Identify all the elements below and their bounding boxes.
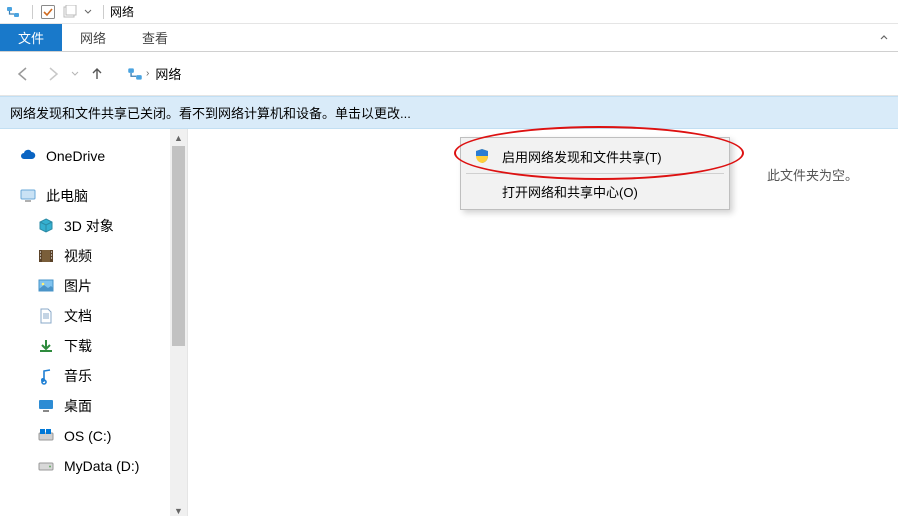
- sidebar-item-drive-c[interactable]: OS (C:): [0, 421, 187, 451]
- sidebar-item-label: OneDrive: [46, 148, 105, 164]
- sidebar-item-music[interactable]: 音乐: [0, 361, 187, 391]
- drive-icon: [36, 456, 56, 476]
- sidebar-item-documents[interactable]: 文档: [0, 301, 187, 331]
- sidebar-item-label: 音乐: [64, 366, 92, 386]
- titlebar-separator: [32, 5, 33, 19]
- ribbon-collapse-icon[interactable]: [870, 24, 898, 51]
- music-icon: [36, 366, 56, 386]
- sidebar-item-pictures[interactable]: 图片: [0, 271, 187, 301]
- sidebar-item-desktop[interactable]: 桌面: [0, 391, 187, 421]
- ribbon-tab-label: 网络: [80, 28, 106, 47]
- quickaccess-checkbox-icon[interactable]: [39, 3, 57, 21]
- image-icon: [36, 276, 56, 296]
- sidebar-item-thispc[interactable]: 此电脑: [0, 181, 187, 211]
- shield-icon: [472, 146, 492, 166]
- address-bar[interactable]: › 网络: [120, 60, 890, 88]
- tree-spacer: [0, 171, 187, 181]
- network-main-icon: [4, 3, 22, 21]
- desktop-icon: [36, 396, 56, 416]
- scroll-down-icon[interactable]: ▼: [170, 502, 187, 516]
- sidebar-item-label: MyData (D:): [64, 458, 139, 474]
- ribbon-tab-file[interactable]: 文件: [0, 24, 62, 51]
- sidebar-item-label: OS (C:): [64, 428, 111, 444]
- sidebar-item-3dobjects[interactable]: 3D 对象: [0, 211, 187, 241]
- sidebar-item-label: 视频: [64, 246, 92, 266]
- window-title-bar: 网络: [0, 0, 898, 24]
- navigation-pane: OneDrive 此电脑 3D 对象 视频 图片 文档: [0, 129, 188, 516]
- context-item-label: 启用网络发现和文件共享(T): [502, 147, 662, 166]
- sidebar-item-onedrive[interactable]: OneDrive: [0, 141, 187, 171]
- sidebar-item-label: 图片: [64, 276, 92, 296]
- titlebar-separator: [103, 5, 104, 19]
- quickaccess-generic-icon[interactable]: [61, 3, 79, 21]
- scroll-thumb[interactable]: [172, 146, 185, 346]
- scroll-up-icon[interactable]: ▲: [170, 129, 187, 146]
- ribbon-tab-view[interactable]: 查看: [124, 24, 186, 51]
- sidebar-item-videos[interactable]: 视频: [0, 241, 187, 271]
- sidebar-item-label: 下载: [64, 336, 92, 356]
- ribbon-tab-network[interactable]: 网络: [62, 24, 124, 51]
- chevron-right-icon[interactable]: ›: [146, 68, 149, 79]
- window-title: 网络: [110, 3, 134, 20]
- sidebar-item-label: 桌面: [64, 396, 92, 416]
- sidebar-item-downloads[interactable]: 下载: [0, 331, 187, 361]
- context-item-open-sharing-center[interactable]: 打开网络和共享中心(O): [464, 176, 726, 206]
- nav-recent-dropdown[interactable]: [68, 59, 82, 89]
- context-menu: 启用网络发现和文件共享(T) 打开网络和共享中心(O): [460, 137, 730, 210]
- nav-tree: OneDrive 此电脑 3D 对象 视频 图片 文档: [0, 141, 187, 481]
- banner-text: 网络发现和文件共享已关闭。看不到网络计算机和设备。单击以更改...: [10, 106, 411, 121]
- network-discovery-banner[interactable]: 网络发现和文件共享已关闭。看不到网络计算机和设备。单击以更改...: [0, 96, 898, 129]
- breadcrumb-root[interactable]: 网络: [155, 64, 181, 83]
- sidebar-item-label: 3D 对象: [64, 216, 114, 236]
- pc-icon: [18, 186, 38, 206]
- sidebar-item-drive-d[interactable]: MyData (D:): [0, 451, 187, 481]
- ribbon-tab-label: 查看: [142, 28, 168, 47]
- cloud-icon: [18, 146, 38, 166]
- ribbon-tab-label: 文件: [18, 28, 44, 47]
- sidebar-item-label: 此电脑: [46, 186, 88, 206]
- blank-icon: [472, 181, 492, 201]
- explorer-body: OneDrive 此电脑 3D 对象 视频 图片 文档: [0, 129, 898, 516]
- network-icon: [126, 65, 144, 83]
- cube-icon: [36, 216, 56, 236]
- nav-up-button[interactable]: [82, 59, 112, 89]
- context-item-enable-discovery[interactable]: 启用网络发现和文件共享(T): [464, 141, 726, 171]
- empty-folder-text: 此文件夹为空。: [767, 165, 858, 184]
- film-icon: [36, 246, 56, 266]
- sidebar-scrollbar[interactable]: ▲ ▼: [170, 129, 187, 516]
- context-menu-separator: [466, 173, 724, 174]
- navigation-bar: › 网络: [0, 52, 898, 96]
- download-icon: [36, 336, 56, 356]
- nav-forward-button[interactable]: [38, 59, 68, 89]
- quickaccess-dropdown-icon[interactable]: [83, 3, 93, 21]
- sidebar-item-label: 文档: [64, 306, 92, 326]
- doc-icon: [36, 306, 56, 326]
- context-item-label: 打开网络和共享中心(O): [502, 182, 638, 201]
- ribbon-tabs: 文件 网络 查看: [0, 24, 898, 52]
- drive-os-icon: [36, 426, 56, 446]
- nav-back-button[interactable]: [8, 59, 38, 89]
